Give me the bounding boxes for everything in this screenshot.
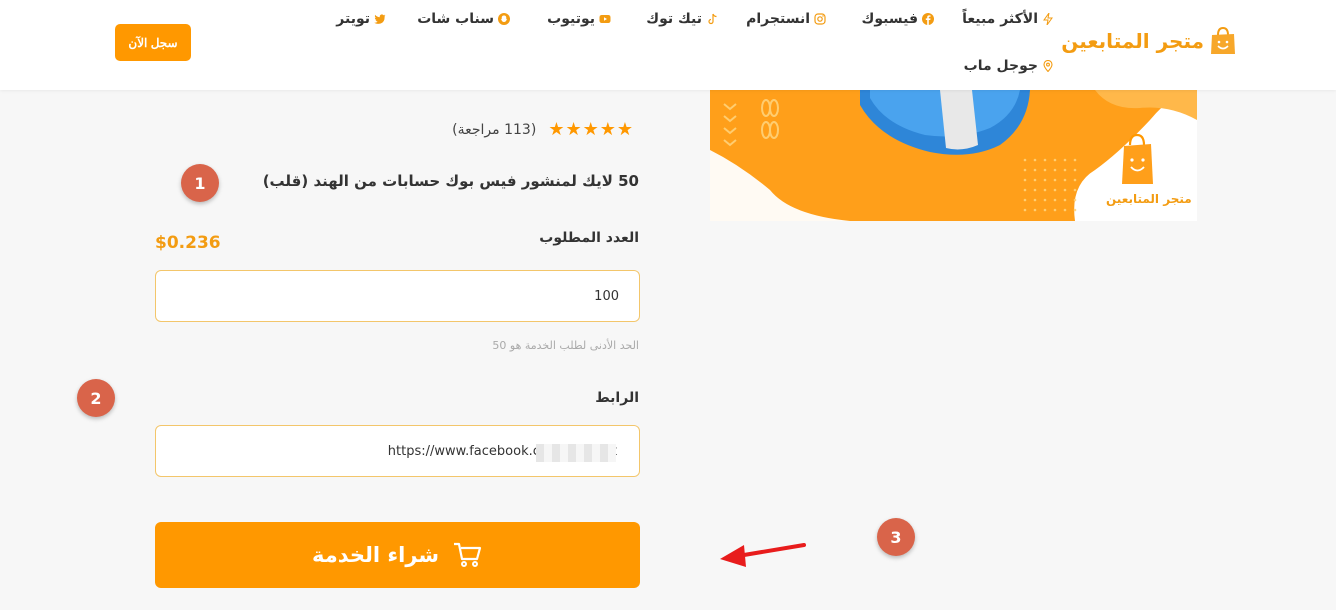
map-pin-icon (1043, 60, 1053, 72)
red-arrow-annotation (720, 543, 806, 567)
shopping-bag-logo-icon (1211, 26, 1235, 54)
product-title: 50 لايك لمنشور فيس بوك حسابات من الهند (… (262, 172, 639, 190)
step-badge-1: 1 (181, 164, 219, 202)
bolt-icon (1043, 13, 1053, 25)
twitter-icon (374, 14, 386, 24)
nav-label: انستجرام (746, 11, 810, 27)
nav-item-tiktok[interactable]: تيك توك (646, 11, 718, 27)
nav-label: سناب شات (417, 11, 494, 27)
quantity-input[interactable] (155, 270, 640, 322)
nav-label: الأكثر مبيعاً (962, 11, 1038, 27)
youtube-icon (599, 15, 611, 23)
nav-label: تيك توك (646, 11, 702, 27)
site-header: متجر المتابعين الأكثر مبيعاً فيسبوك انست… (0, 0, 1336, 90)
nav-label: تويتر (336, 11, 370, 27)
nav-item-snapchat[interactable]: سناب شات (417, 11, 510, 27)
nav-item-facebook[interactable]: فيسبوك (862, 11, 934, 27)
step-badge-3: 3 (877, 518, 915, 556)
image-logo-text: متجر المتابعين (1106, 192, 1192, 206)
link-input-value: https://www.facebook.c (387, 443, 540, 459)
nav-label: يوتيوب (547, 11, 595, 27)
product-image: متجر المتابعين (710, 90, 1197, 221)
quantity-label: العدد المطلوب (539, 230, 639, 246)
product-rating: ★★★★★ (113 مراجعة) (452, 119, 634, 140)
review-count[interactable]: (113 مراجعة) (452, 122, 536, 138)
link-label: الرابط (595, 390, 639, 406)
nav-item-youtube[interactable]: يوتيوب (547, 11, 611, 27)
blurred-link-segment (536, 444, 616, 462)
nav-label: فيسبوك (861, 11, 918, 27)
nav-item-twitter[interactable]: تويتر (336, 11, 386, 27)
site-logo[interactable]: متجر المتابعين (1061, 26, 1236, 56)
nav-item-google-maps[interactable]: جوجل ماب (964, 58, 1054, 74)
buy-service-label: شراء الخدمة (311, 543, 440, 567)
nav-item-best-sellers[interactable]: الأكثر مبيعاً (962, 11, 1054, 27)
minimum-order-hint: الحد الأدنى لطلب الخدمة هو 50 (492, 339, 639, 352)
rating-stars: ★★★★★ (548, 119, 634, 140)
logo-text: متجر المتابعين (1061, 29, 1204, 53)
price-value: $0.236 (155, 233, 221, 253)
nav-label: جوجل ماب (963, 58, 1038, 74)
facebook-icon (922, 13, 934, 25)
cart-icon (454, 542, 482, 567)
snapchat-icon (498, 13, 510, 25)
tiktok-icon (708, 13, 717, 25)
instagram-icon (814, 13, 826, 25)
step-badge-2: 2 (77, 379, 115, 417)
signup-button[interactable]: سجل الآن (115, 24, 191, 61)
buy-service-button[interactable]: شراء الخدمة (155, 522, 640, 588)
nav-item-instagram[interactable]: انستجرام (746, 11, 826, 27)
